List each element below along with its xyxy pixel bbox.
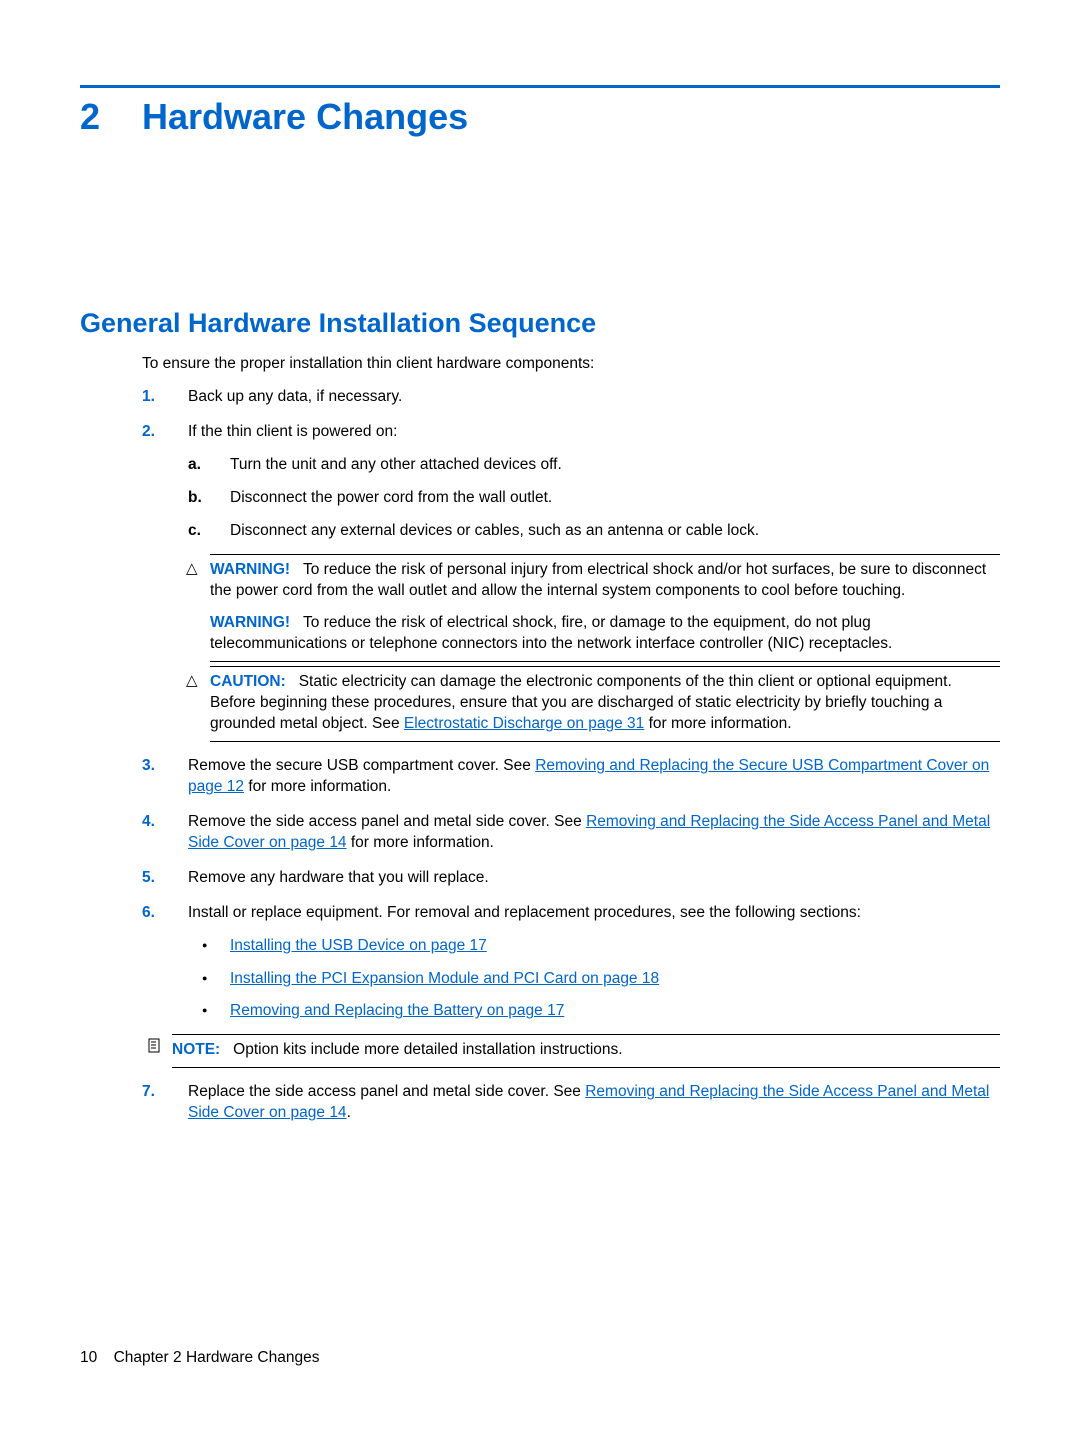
page-number: 10 bbox=[80, 1349, 97, 1366]
step-marker: 5. bbox=[142, 868, 155, 889]
step-5: 5. Remove any hardware that you will rep… bbox=[142, 868, 1000, 889]
step-text-pre: Remove the side access panel and metal s… bbox=[188, 813, 586, 830]
substeps: a. Turn the unit and any other attached … bbox=[188, 455, 1000, 542]
step-1: 1. Back up any data, if necessary. bbox=[142, 387, 1000, 408]
footer-chapter: Chapter 2 Hardware Changes bbox=[114, 1349, 320, 1366]
step-text-pre: Replace the side access panel and metal … bbox=[188, 1083, 585, 1100]
warning-label: WARNING! bbox=[210, 561, 290, 578]
caution-text: CAUTION: Static electricity can damage t… bbox=[210, 672, 1000, 735]
step-marker: 7. bbox=[142, 1082, 155, 1103]
note-body: Option kits include more detailed instal… bbox=[233, 1041, 622, 1058]
link-installing-pci[interactable]: Installing the PCI Expansion Module and … bbox=[230, 970, 659, 987]
intro-text: To ensure the proper installation thin c… bbox=[142, 355, 1000, 373]
chapter-heading: 2 Hardware Changes bbox=[80, 96, 1000, 138]
bullet-item: Removing and Replacing the Battery on pa… bbox=[188, 1001, 1000, 1022]
note-icon bbox=[148, 1038, 163, 1060]
caution-post: for more information. bbox=[644, 715, 791, 732]
section-heading: General Hardware Installation Sequence bbox=[80, 308, 1000, 339]
chapter-rule bbox=[80, 85, 1000, 88]
step-2: 2. If the thin client is powered on: a. … bbox=[142, 422, 1000, 742]
step-text: Back up any data, if necessary. bbox=[188, 388, 402, 405]
bullet-item: Installing the USB Device on page 17 bbox=[188, 936, 1000, 957]
step-3: 3. Remove the secure USB compartment cov… bbox=[142, 756, 1000, 798]
substep-b: b. Disconnect the power cord from the wa… bbox=[188, 488, 1000, 509]
step-text-pre: Remove the secure USB compartment cover.… bbox=[188, 757, 535, 774]
chapter-number: 2 bbox=[80, 96, 142, 138]
warning-text-1: WARNING! To reduce the risk of personal … bbox=[210, 560, 1000, 602]
substep-marker: c. bbox=[188, 521, 201, 542]
substep-c: c. Disconnect any external devices or ca… bbox=[188, 521, 1000, 542]
note-callout: NOTE: Option kits include more detailed … bbox=[180, 1034, 1000, 1068]
step-marker: 3. bbox=[142, 756, 155, 777]
note-label: NOTE: bbox=[172, 1041, 220, 1058]
step-text-post: for more information. bbox=[244, 778, 391, 795]
link-replacing-battery[interactable]: Removing and Replacing the Battery on pa… bbox=[230, 1002, 564, 1019]
step-4: 4. Remove the side access panel and meta… bbox=[142, 812, 1000, 854]
substep-text: Disconnect the power cord from the wall … bbox=[230, 489, 552, 506]
link-installing-usb[interactable]: Installing the USB Device on page 17 bbox=[230, 937, 487, 954]
warning-body-1: To reduce the risk of personal injury fr… bbox=[210, 561, 986, 599]
caution-label: CAUTION: bbox=[210, 673, 286, 690]
warning-label: WARNING! bbox=[210, 614, 290, 631]
step-7: 7. Replace the side access panel and met… bbox=[142, 1082, 1000, 1124]
step-6: 6. Install or replace equipment. For rem… bbox=[142, 903, 1000, 1069]
substep-marker: b. bbox=[188, 488, 202, 509]
step-marker: 2. bbox=[142, 422, 155, 443]
warning-icon: △ bbox=[186, 559, 198, 579]
step-text: If the thin client is powered on: bbox=[188, 423, 397, 440]
procedure-list: 1. Back up any data, if necessary. 2. If… bbox=[142, 387, 1000, 1124]
step-marker: 6. bbox=[142, 903, 155, 924]
caution-callout: △ CAUTION: Static electricity can damage… bbox=[218, 666, 1000, 742]
step-text: Remove any hardware that you will replac… bbox=[188, 869, 489, 886]
substep-text: Turn the unit and any other attached dev… bbox=[230, 456, 562, 473]
page-footer: 10 Chapter 2 Hardware Changes bbox=[80, 1349, 319, 1367]
step-text-post: for more information. bbox=[347, 834, 494, 851]
substep-a: a. Turn the unit and any other attached … bbox=[188, 455, 1000, 476]
note-text: NOTE: Option kits include more detailed … bbox=[172, 1040, 1000, 1061]
step-6-bullets: Installing the USB Device on page 17 Ins… bbox=[188, 936, 1000, 1023]
warning-text-2: WARNING! To reduce the risk of electrica… bbox=[210, 613, 1000, 655]
step-text: Install or replace equipment. For remova… bbox=[188, 904, 861, 921]
warning-callout: △ WARNING! To reduce the risk of persona… bbox=[218, 554, 1000, 663]
chapter-title: Hardware Changes bbox=[142, 96, 468, 138]
substep-marker: a. bbox=[188, 455, 201, 476]
step-marker: 1. bbox=[142, 387, 155, 408]
step-marker: 4. bbox=[142, 812, 155, 833]
caution-icon: △ bbox=[186, 671, 198, 691]
substep-text: Disconnect any external devices or cable… bbox=[230, 522, 759, 539]
link-electrostatic-discharge[interactable]: Electrostatic Discharge on page 31 bbox=[404, 715, 644, 732]
step-text-post: . bbox=[347, 1104, 351, 1121]
bullet-item: Installing the PCI Expansion Module and … bbox=[188, 969, 1000, 990]
warning-body-2: To reduce the risk of electrical shock, … bbox=[210, 614, 892, 652]
